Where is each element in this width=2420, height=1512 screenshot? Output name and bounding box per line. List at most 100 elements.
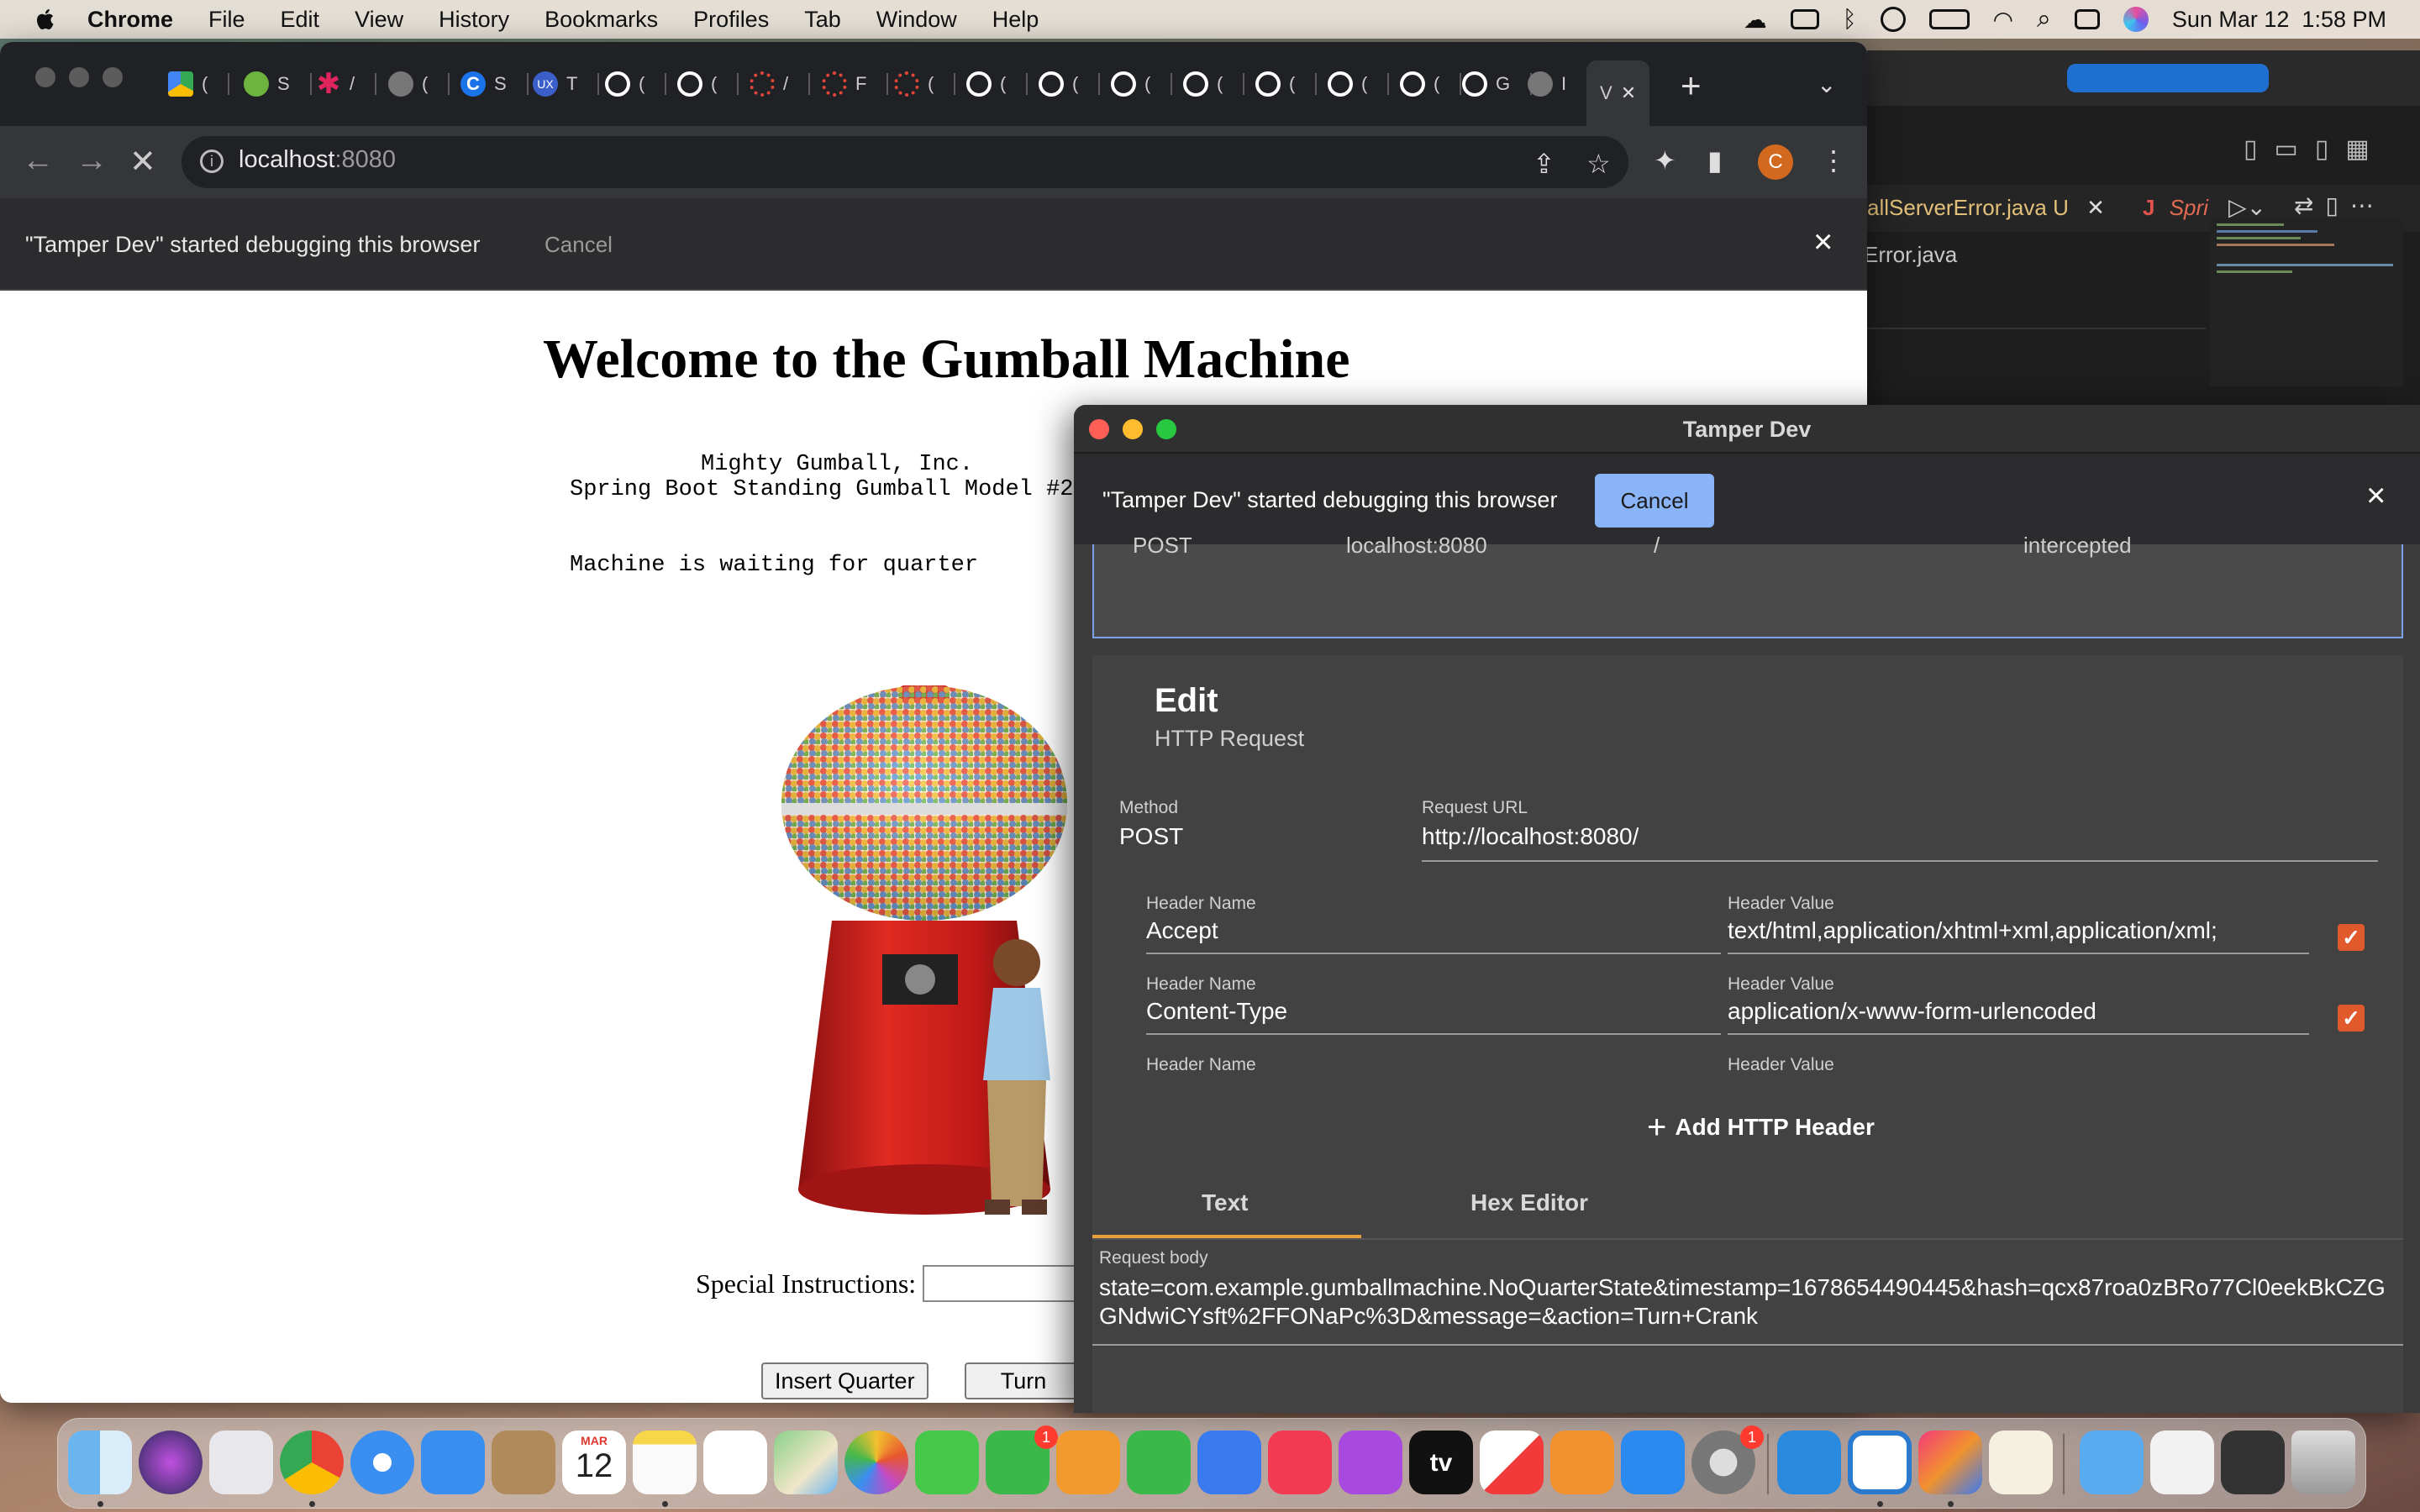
- mail-icon[interactable]: [421, 1431, 485, 1494]
- browser-tab[interactable]: (: [1111, 60, 1173, 108]
- infobar-cancel-button[interactable]: Cancel: [544, 232, 613, 258]
- browser-tab[interactable]: (: [1183, 60, 1245, 108]
- browser-tab[interactable]: F: [822, 60, 889, 108]
- address-bar[interactable]: i localhost:8080 ⇪ ☆: [182, 136, 1628, 188]
- maps-icon[interactable]: [774, 1431, 838, 1494]
- request-status[interactable]: intercepted: [2023, 533, 2132, 559]
- body-tab-hex-editor[interactable]: Hex Editor: [1470, 1189, 1588, 1216]
- reminders-icon[interactable]: [703, 1431, 767, 1494]
- bluetooth-icon[interactable]: ᛒ: [1843, 6, 1857, 33]
- screenshot-thumbnail[interactable]: [2150, 1431, 2214, 1494]
- control-center-icon[interactable]: [2074, 9, 2100, 29]
- menu-profiles[interactable]: Profiles: [693, 7, 769, 33]
- special-instructions-input[interactable]: [923, 1265, 1091, 1302]
- browser-tab[interactable]: S: [244, 60, 312, 108]
- menu-tab[interactable]: Tab: [804, 7, 841, 33]
- site-info-icon[interactable]: i: [200, 150, 224, 173]
- browser-tab[interactable]: (: [677, 60, 739, 108]
- url-text[interactable]: localhost:8080: [239, 146, 396, 174]
- header-name-field[interactable]: Accept: [1146, 917, 1701, 944]
- header-value-field[interactable]: text/html,application/xhtml+xml,applicat…: [1728, 917, 2309, 944]
- battery-icon[interactable]: [1928, 9, 1970, 29]
- launchpad-icon[interactable]: [209, 1431, 273, 1494]
- news-icon[interactable]: [1480, 1431, 1544, 1494]
- vscode-editor-actions[interactable]: ⇄▯⋯: [2294, 192, 2386, 219]
- wifi-icon[interactable]: ◠: [1993, 6, 2013, 34]
- trash-icon[interactable]: [2291, 1431, 2355, 1494]
- browser-tab[interactable]: (: [605, 60, 667, 108]
- menu-bookmarks[interactable]: Bookmarks: [544, 7, 658, 33]
- contacts-icon[interactable]: [492, 1431, 555, 1494]
- close-icon[interactable]: ✕: [1621, 82, 1636, 104]
- more-menu-icon[interactable]: ⋮: [1820, 144, 1847, 176]
- request-host[interactable]: localhost:8080: [1346, 533, 1487, 559]
- pages-icon[interactable]: [1056, 1431, 1120, 1494]
- menu-app-chrome[interactable]: Chrome: [87, 7, 173, 33]
- vscode-tab-spring[interactable]: J Spri: [2143, 195, 2208, 221]
- forward-arrow-icon[interactable]: →: [76, 143, 108, 179]
- turn-crank-button[interactable]: Turn Cran: [965, 1362, 1082, 1399]
- vscode-minimap[interactable]: [2210, 218, 2403, 386]
- bookmark-star-icon[interactable]: ☆: [1586, 148, 1611, 180]
- header-value-field[interactable]: application/x-www-form-urlencoded: [1728, 998, 2309, 1025]
- weather-icon[interactable]: ☁: [1744, 6, 1767, 34]
- body-tab-text[interactable]: Text: [1202, 1189, 1249, 1216]
- request-method[interactable]: POST: [1133, 533, 1192, 559]
- browser-tab[interactable]: (: [1328, 60, 1390, 108]
- intellij-icon[interactable]: [1918, 1431, 1982, 1494]
- close-icon[interactable]: ×: [2366, 477, 2386, 515]
- browser-tab[interactable]: (: [894, 60, 956, 108]
- browser-tab[interactable]: (: [966, 60, 1028, 108]
- notes-window-icon[interactable]: [1989, 1431, 2053, 1494]
- browser-tab[interactable]: CS: [460, 60, 529, 108]
- request-url-field[interactable]: http://localhost:8080/: [1422, 823, 1639, 850]
- messages-icon[interactable]: [915, 1431, 979, 1494]
- vscode-tab-server-error[interactable]: allServerError.java U ✕: [1867, 195, 2105, 221]
- menubar-clock[interactable]: Sun Mar 12 1:58 PM: [2172, 7, 2386, 33]
- menu-help[interactable]: Help: [992, 7, 1039, 33]
- browser-tab[interactable]: (: [1039, 60, 1101, 108]
- photos-icon[interactable]: [844, 1431, 908, 1494]
- downloads-folder-icon[interactable]: [2080, 1431, 2144, 1494]
- browser-tab[interactable]: I: [1528, 60, 1566, 108]
- menu-edit[interactable]: Edit: [281, 7, 320, 33]
- airdrop-icon[interactable]: [1880, 7, 1906, 32]
- browser-tab[interactable]: (: [388, 60, 450, 108]
- apple-tv-icon[interactable]: tv: [1409, 1431, 1473, 1494]
- header-enabled-checkbox[interactable]: ✓: [2338, 924, 2365, 951]
- close-icon[interactable]: ✕: [2086, 195, 2105, 220]
- share-icon[interactable]: ⇪: [1533, 148, 1555, 180]
- close-icon[interactable]: ×: [1813, 223, 1833, 261]
- safari-icon[interactable]: [350, 1431, 414, 1494]
- menu-history[interactable]: History: [439, 7, 509, 33]
- notes-icon[interactable]: [633, 1431, 697, 1494]
- browser-tab[interactable]: UX T: [533, 60, 600, 108]
- browser-tab[interactable]: (: [1400, 60, 1462, 108]
- browser-tab-active[interactable]: V ✕: [1586, 60, 1650, 126]
- run-icon[interactable]: ▷⌄: [2228, 193, 2266, 221]
- insert-quarter-button[interactable]: Insert Quarter: [761, 1362, 929, 1399]
- extensions-puzzle-icon[interactable]: ✦: [1654, 144, 1676, 176]
- window-zoom-button[interactable]: [103, 67, 123, 87]
- siri-icon[interactable]: [2123, 7, 2149, 32]
- browser-tab[interactable]: /: [750, 60, 811, 108]
- add-http-header-button[interactable]: + Add HTTP Header: [1647, 1109, 1875, 1147]
- window-thumbnail[interactable]: [2221, 1431, 2285, 1494]
- tamper-cancel-button[interactable]: Cancel: [1595, 474, 1714, 528]
- podcasts-icon[interactable]: [1339, 1431, 1402, 1494]
- vscode-icon[interactable]: [1848, 1431, 1912, 1494]
- header-name-field[interactable]: Content-Type: [1146, 998, 1701, 1025]
- stop-loading-icon[interactable]: ✕: [129, 143, 156, 181]
- header-enabled-checkbox[interactable]: ✓: [2338, 1005, 2365, 1032]
- menu-view[interactable]: View: [355, 7, 403, 33]
- apple-menu-icon[interactable]: [34, 7, 59, 32]
- browser-tab[interactable]: G: [1462, 60, 1533, 108]
- method-field[interactable]: POST: [1119, 823, 1183, 850]
- keynote-icon[interactable]: [1197, 1431, 1261, 1494]
- browser-tab[interactable]: ✱ /: [316, 60, 377, 108]
- request-body-field[interactable]: state=com.example.gumballmachine.NoQuart…: [1099, 1273, 2397, 1331]
- calendar-icon[interactable]: MAR 12: [562, 1431, 626, 1494]
- window-close-button[interactable]: [35, 67, 55, 87]
- docker-icon[interactable]: [1777, 1431, 1841, 1494]
- new-tab-plus-icon[interactable]: +: [1681, 66, 1702, 106]
